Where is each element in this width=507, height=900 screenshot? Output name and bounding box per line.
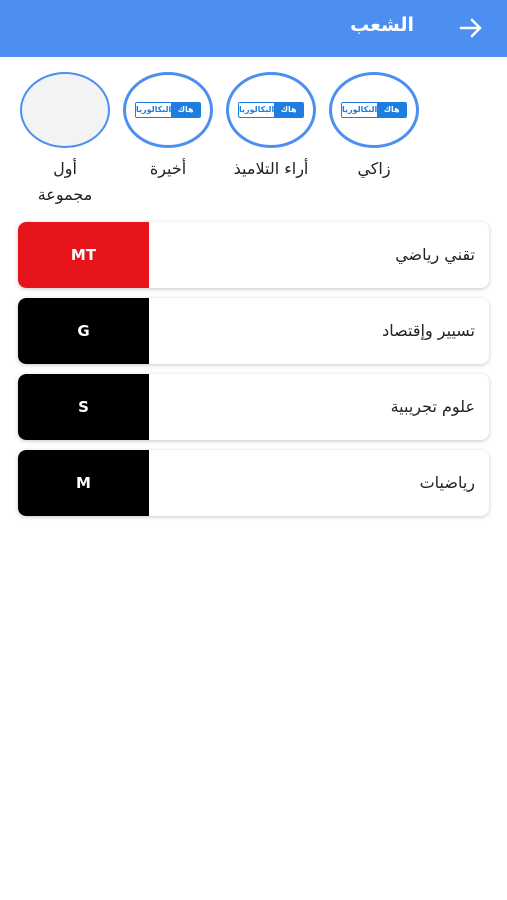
hak-logo-icon: البكالوريا هاك [135, 102, 201, 118]
branch-row[interactable]: S علوم تجريبية [18, 374, 489, 440]
story-avatar: البكالوريا هاك [123, 72, 213, 148]
branch-code-badge: MT [18, 222, 149, 288]
branch-code-badge: G [18, 298, 149, 364]
story-avatar: البكالوريا هاك [329, 72, 419, 148]
branch-code-badge: S [18, 374, 149, 440]
branch-name: رياضيات [419, 473, 475, 492]
app-bar: الشعب [0, 0, 507, 57]
story-avatar-empty [20, 72, 110, 148]
branch-name: علوم تجريبية [390, 397, 475, 416]
stories-row: البكالوريا هاك زاكي البكالوريا هاك أراء … [0, 72, 507, 212]
story-label: أخيرة [149, 159, 187, 178]
story-label: أراء التلاميذ [233, 159, 309, 178]
branch-row[interactable]: M رياضيات [18, 450, 489, 516]
story-item[interactable]: البكالوريا هاك زاكي [328, 72, 420, 212]
branch-row[interactable]: G تسيير وإقتصاد [18, 298, 489, 364]
hak-logo-icon: البكالوريا هاك [238, 102, 304, 118]
page-title: الشعب [350, 14, 414, 36]
story-avatar: البكالوريا هاك [226, 72, 316, 148]
branches-list: MT تقني رياضي G تسيير وإقتصاد S علوم تجر… [18, 222, 489, 526]
hak-logo-icon: البكالوريا هاك [341, 102, 407, 118]
story-label: أول مجموعة [37, 159, 93, 204]
branch-name: تقني رياضي [395, 245, 475, 264]
branch-code-badge: M [18, 450, 149, 516]
story-item[interactable]: البكالوريا هاك أراء التلاميذ [225, 72, 317, 212]
story-item[interactable]: أول مجموعة [19, 72, 111, 212]
story-label: زاكي [357, 159, 391, 178]
branch-row[interactable]: MT تقني رياضي [18, 222, 489, 288]
branch-name: تسيير وإقتصاد [382, 321, 475, 340]
arrow-right-icon[interactable] [457, 14, 485, 42]
story-item[interactable]: البكالوريا هاك أخيرة [122, 72, 214, 212]
